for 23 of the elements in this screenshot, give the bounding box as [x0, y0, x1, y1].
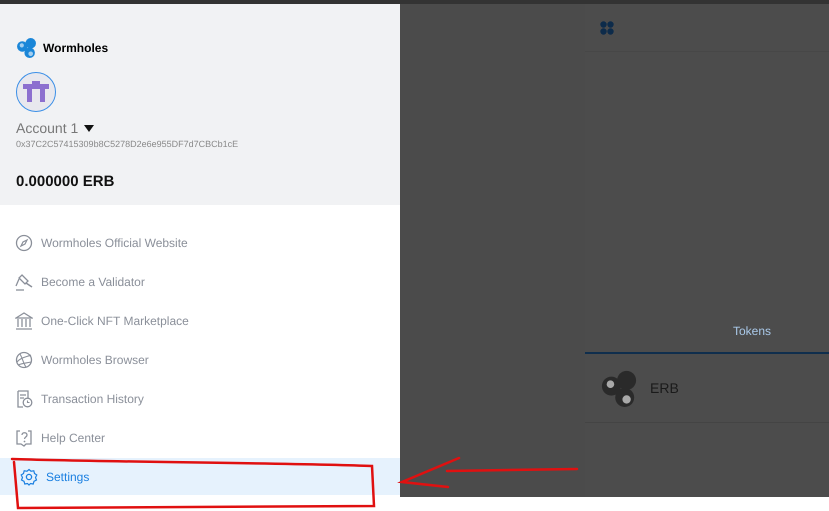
brand-name: Wormholes	[43, 40, 108, 54]
tab[interactable]: Tokens	[642, 316, 772, 352]
account-dropdown[interactable]: Account 1	[16, 120, 94, 136]
gavel-icon	[15, 272, 33, 290]
menu-item[interactable]: Wormholes Official Website	[0, 224, 400, 261]
menu-item[interactable]: Become a Validator	[0, 263, 400, 300]
menu-item[interactable]: One-Click NFT Marketplace	[0, 302, 400, 339]
menu-item[interactable]: Transaction History	[0, 380, 400, 417]
logo-icon	[16, 37, 37, 58]
gear-icon	[20, 468, 38, 486]
avatar[interactable]	[16, 72, 56, 112]
menu-item[interactable]: Help Center	[0, 419, 400, 456]
caret-icon	[84, 124, 94, 132]
history-icon	[15, 390, 33, 408]
balance: 0.000000 ERB	[16, 173, 116, 190]
globe-icon	[15, 350, 33, 368]
menu-item[interactable]: Wormholes Browser	[0, 341, 400, 378]
bank-icon	[15, 312, 33, 330]
account-address: 0x37C2C57415309b8C5278D2e6e955DF7d7CBCb1cE	[16, 139, 240, 149]
help-icon	[15, 428, 33, 446]
token-logo-icon	[600, 369, 638, 407]
menu-item[interactable]: Settings	[0, 458, 400, 495]
compass-icon	[15, 234, 33, 252]
